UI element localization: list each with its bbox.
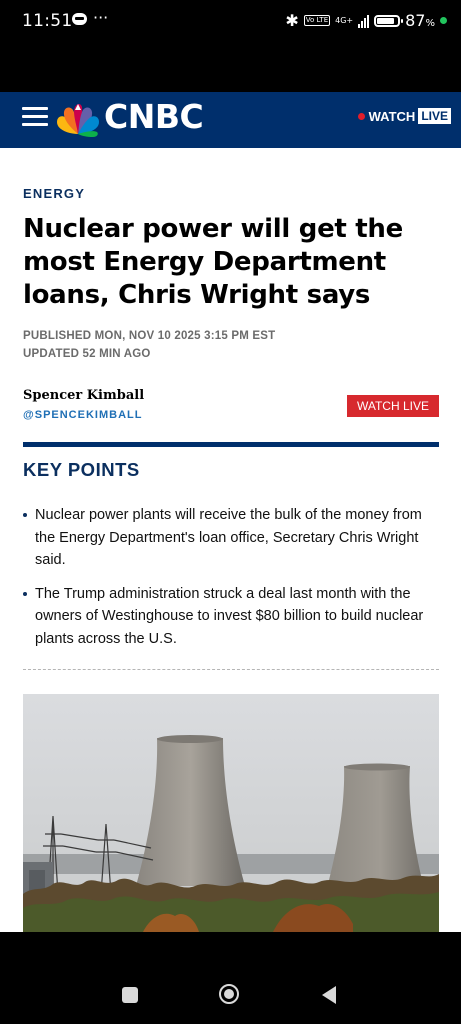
key-point-text: The Trump administration struck a deal l… xyxy=(35,585,424,647)
key-points-title: KEY POINTS xyxy=(23,459,140,480)
signal-icon xyxy=(358,14,370,28)
status-icons: ✱ Vo LTE 4G+ 87% xyxy=(285,11,447,30)
more-notifications-icon: ··· xyxy=(93,8,109,27)
bullet-icon xyxy=(23,513,27,517)
volte-icon: Vo LTE xyxy=(303,15,331,26)
article-photo[interactable] xyxy=(23,694,439,932)
network-type-label: 4G+ xyxy=(335,15,354,25)
cnbc-logo[interactable]: CNBC xyxy=(104,97,204,136)
live-label: LIVE xyxy=(418,108,451,124)
bullet-icon xyxy=(23,591,27,596)
key-points-list: Nuclear power plants will receive the bu… xyxy=(23,504,441,661)
nbc-peacock-icon xyxy=(57,104,99,137)
key-point-item: Nuclear power plants will receive the bu… xyxy=(23,504,441,572)
author-name[interactable]: Spencer Kimball xyxy=(23,388,144,403)
recents-button[interactable] xyxy=(122,987,138,1003)
hamburger-menu-icon[interactable] xyxy=(22,107,48,127)
key-point-text: Nuclear power plants will receive the bu… xyxy=(35,507,422,568)
system-navigation-bar xyxy=(0,932,461,1024)
privacy-indicator-dot xyxy=(440,17,447,24)
live-dot-icon xyxy=(357,112,365,120)
battery-icon xyxy=(374,14,404,27)
section-label[interactable]: ENERGY xyxy=(23,186,85,201)
article-headline: Nuclear power will get the most Energy D… xyxy=(23,214,403,310)
home-button[interactable] xyxy=(219,984,239,1004)
back-button[interactable] xyxy=(322,986,336,1004)
site-header: CNBC WATCH LIVE xyxy=(0,92,461,148)
divider xyxy=(23,442,439,447)
key-point-item: The Trump administration struck a deal l… xyxy=(23,583,441,651)
clock: 11:51 xyxy=(22,11,73,31)
watch-live-button[interactable]: WATCH LIVE xyxy=(347,395,439,417)
dashed-divider xyxy=(23,669,439,670)
line-app-icon xyxy=(72,13,87,25)
published-date: PUBLISHED MON, NOV 10 2025 3:15 PM EST xyxy=(23,330,276,342)
watch-live-header-button[interactable]: WATCH LIVE xyxy=(357,108,451,124)
status-bar: 11:51 ··· ✱ Vo LTE 4G+ 87% xyxy=(0,0,461,44)
bluetooth-icon: ✱ xyxy=(285,11,299,30)
article: ENERGY Nuclear power will get the most E… xyxy=(0,148,461,932)
battery-percent: 87% xyxy=(405,11,435,30)
author-handle[interactable]: @SPENCEKIMBALL xyxy=(23,409,142,421)
watch-label: WATCH xyxy=(368,108,416,124)
updated-time: UPDATED 52 MIN AGO xyxy=(23,348,151,360)
